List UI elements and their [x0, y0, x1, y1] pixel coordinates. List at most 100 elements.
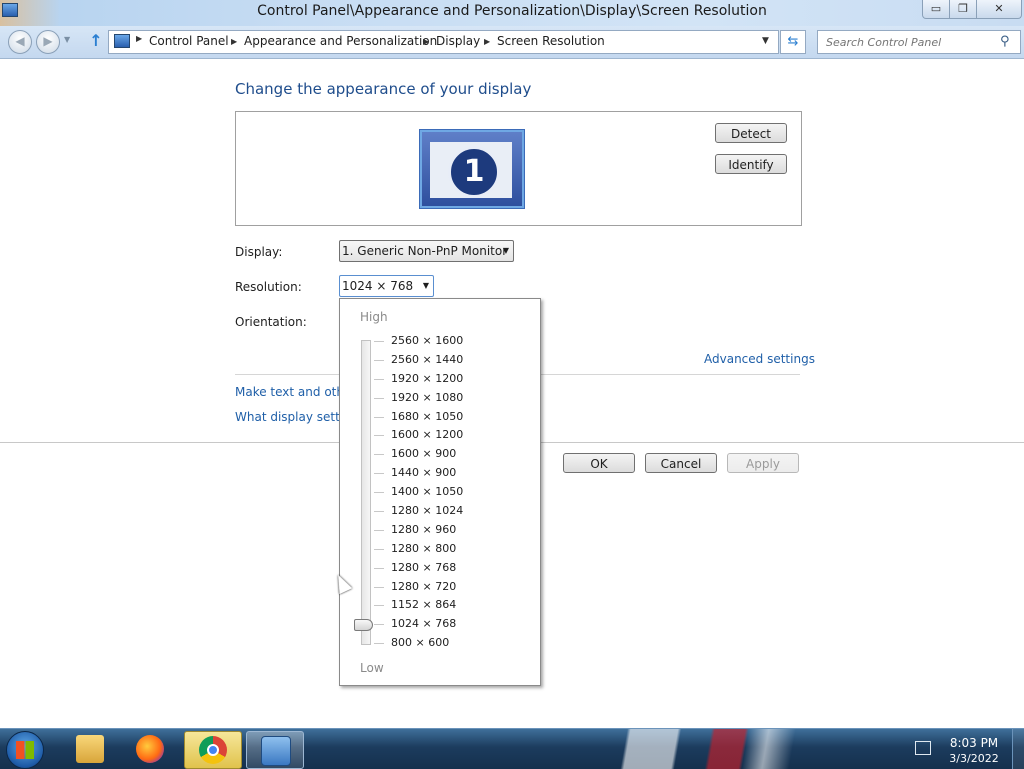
resolution-dropdown-popup[interactable]: High 2560 × 1600 2560 × 1440 1920 × 1200 19… [339, 298, 541, 686]
resolution-option[interactable]: 1920 × 1200 [340, 370, 540, 389]
taskbar-firefox[interactable] [122, 731, 178, 767]
resolution-option[interactable]: 1152 × 864 [340, 596, 540, 615]
resolution-option[interactable]: 800 × 600 [340, 634, 540, 653]
slider-tick [374, 548, 384, 550]
resolution-option-label: 2560 × 1600 [391, 334, 464, 347]
resolution-option-label: 1280 × 800 [391, 541, 457, 555]
resolution-option-label: 1280 × 720 [391, 579, 457, 593]
resolution-option[interactable]: 1400 × 1050 [340, 483, 540, 502]
clock-time[interactable]: 8:03 PM [944, 736, 1004, 750]
slider-tick [374, 567, 384, 569]
close-button[interactable]: ✕ [976, 0, 1022, 19]
slider-tick [374, 586, 384, 588]
display-select[interactable]: 1. Generic Non-PnP Monitor ▼ [339, 240, 514, 262]
slider-tick [374, 454, 384, 456]
minimize-button[interactable]: ▭ [922, 0, 950, 19]
monitor-number: 1 [448, 146, 500, 198]
resolution-select[interactable]: 1024 × 768 ▼ [339, 275, 434, 297]
taskbar: 8:03 PM 3/3/2022 [0, 728, 1024, 769]
forward-icon: ▶ [43, 34, 53, 48]
resolution-option[interactable]: 1280 × 768 [340, 559, 540, 578]
search-input[interactable] [824, 33, 998, 51]
ok-button[interactable]: OK [563, 453, 635, 473]
breadcrumb-control-panel[interactable]: Control Panel [149, 34, 229, 48]
display-label: Display: [235, 245, 283, 259]
window-title: Control Panel\Appearance and Personaliza… [257, 3, 767, 19]
breadcrumb-chevron-icon[interactable]: ▶ [423, 37, 429, 46]
slider-tick [374, 359, 384, 361]
back-button[interactable]: ◀ [8, 30, 32, 54]
resolution-option-label: 1152 × 864 [391, 598, 457, 612]
maximize-button[interactable]: ❐ [949, 0, 977, 19]
resolution-option[interactable]: 2560 × 1600 [340, 332, 540, 351]
orientation-label: Orientation: [235, 315, 307, 329]
page-title: Change the appearance of your display [235, 80, 532, 98]
resolution-option[interactable]: 2560 × 1440 [340, 351, 540, 370]
back-icon: ◀ [15, 34, 25, 48]
breadcrumb-chevron-icon[interactable]: ▶ [231, 37, 237, 46]
resolution-option[interactable]: 1680 × 1050 [340, 408, 540, 427]
cancel-button[interactable]: Cancel [645, 453, 717, 473]
search-icon[interactable]: ⚲ [1000, 34, 1010, 49]
slider-tick [374, 397, 384, 399]
slider-tick [374, 378, 384, 380]
resolution-option-label: 1400 × 1050 [391, 485, 464, 499]
resolution-option-label: 1024 × 768 [391, 617, 457, 631]
taskbar-chrome[interactable] [184, 731, 242, 769]
resolution-option[interactable]: 1440 × 900 [340, 464, 540, 483]
slider-tick [374, 511, 384, 513]
taskbar-control-panel[interactable] [246, 731, 304, 769]
show-desktop-button[interactable] [1012, 729, 1024, 769]
clock-date[interactable]: 3/3/2022 [944, 752, 1004, 765]
resolution-option[interactable]: 1280 × 800 [340, 540, 540, 559]
taskbar-explorer[interactable] [62, 731, 118, 767]
slider-tick [374, 529, 384, 531]
resolution-select-value: 1024 × 768 [342, 279, 414, 293]
resolution-option[interactable]: 1920 × 1080 [340, 389, 540, 408]
recent-pages-dropdown[interactable]: ▼ [64, 35, 70, 44]
resolution-option-label: 1600 × 1200 [391, 428, 464, 442]
resolution-option-label: 1280 × 768 [391, 560, 457, 574]
high-label: High [360, 310, 388, 324]
resolution-option[interactable]: 1600 × 900 [340, 445, 540, 464]
breadcrumb-chevron-icon[interactable]: ▶ [136, 34, 142, 43]
advanced-settings-link[interactable]: Advanced settings [704, 352, 815, 366]
slider-tick [374, 473, 384, 475]
start-button[interactable] [6, 731, 44, 769]
address-bar[interactable]: ▶ Control Panel ▶ Appearance and Persona… [108, 30, 779, 54]
resolution-option-label: 1920 × 1080 [391, 390, 464, 404]
breadcrumb-chevron-icon[interactable]: ▶ [484, 37, 490, 46]
monitor-preview-panel: 1 Detect Identify [235, 111, 802, 226]
resolution-label: Resolution: [235, 280, 302, 294]
resolution-option[interactable]: 1280 × 720 [340, 578, 540, 597]
slider-tick [374, 492, 384, 494]
up-icon[interactable]: ↑ [88, 32, 104, 50]
chevron-down-icon: ▼ [502, 246, 509, 255]
identify-button[interactable]: Identify [715, 154, 787, 174]
resolution-option[interactable]: 1600 × 1200 [340, 426, 540, 445]
resolution-option-label: 1920 × 1200 [391, 371, 464, 385]
resolution-slider-thumb[interactable] [354, 619, 373, 631]
address-dropdown-icon[interactable]: ▼ [762, 36, 769, 46]
resolution-option-label: 1600 × 900 [391, 447, 457, 461]
resolution-option-label: 1680 × 1050 [391, 409, 464, 423]
search-box[interactable]: ⚲ [817, 30, 1021, 54]
resolution-option[interactable]: 1280 × 960 [340, 521, 540, 540]
breadcrumb-screen-resolution[interactable]: Screen Resolution [497, 34, 605, 48]
chevron-down-icon: ▼ [422, 281, 429, 290]
resolution-option[interactable]: 1280 × 1024 [340, 502, 540, 521]
forward-button[interactable]: ▶ [36, 30, 60, 54]
apply-button: Apply [727, 453, 799, 473]
slider-tick [374, 605, 384, 607]
monitor-icon[interactable]: 1 [420, 130, 524, 208]
refresh-icon[interactable]: ⇆ [780, 30, 806, 54]
breadcrumb-display[interactable]: Display [436, 34, 480, 48]
windows-logo-icon [16, 741, 34, 759]
display-select-value: 1. Generic Non-PnP Monitor [342, 244, 508, 258]
breadcrumb-appearance[interactable]: Appearance and Personalization [244, 34, 437, 48]
resolution-option-label: 1440 × 900 [391, 466, 457, 480]
detect-button[interactable]: Detect [715, 123, 787, 143]
firefox-icon [136, 735, 164, 763]
network-icon[interactable] [915, 741, 931, 755]
control-panel-icon [114, 34, 130, 48]
